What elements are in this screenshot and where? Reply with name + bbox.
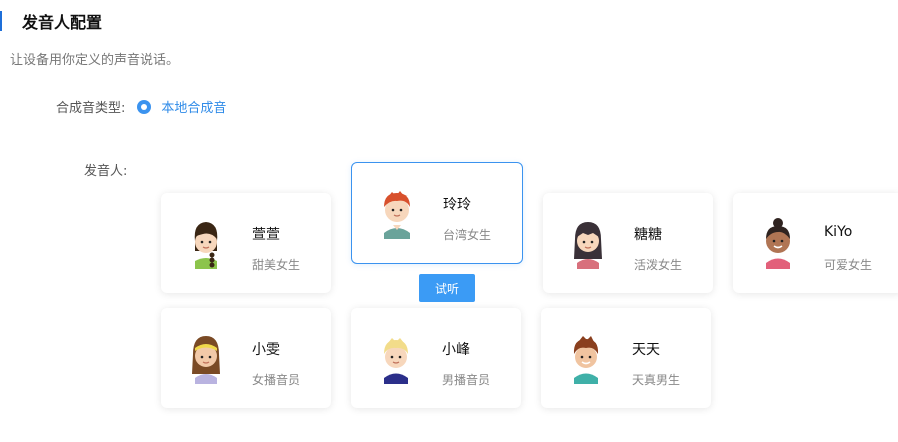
speaker-name: 小峰 [442, 342, 470, 358]
speaker-desc: 活泼女生 [634, 258, 683, 272]
radio-local-synth[interactable] [137, 99, 152, 114]
speaker-card-kiyo[interactable]: KiYo 可爱女生 [733, 193, 898, 293]
girl-headband-avatar-icon [192, 336, 220, 384]
boy-brown-hair-avatar-icon [573, 336, 599, 384]
speaker-desc: 天真男生 [632, 373, 681, 387]
speaker-label: 发音人: [84, 164, 128, 179]
try-listen-button[interactable]: 试听 [419, 274, 475, 302]
synth-type-label: 合成音类型: [56, 101, 126, 116]
speaker-name: 天天 [632, 342, 660, 358]
boy-red-hair-avatar-icon [384, 191, 410, 239]
speaker-card-xuanxuan[interactable]: 萱萱 甜美女生 [161, 193, 331, 293]
speaker-desc: 可爱女生 [824, 258, 873, 272]
speaker-name: 小雯 [252, 342, 280, 358]
speaker-desc: 台湾女生 [443, 228, 492, 242]
page-title: 发音人配置 [22, 13, 103, 32]
synth-type-row: 合成音类型: 本地合成音 [56, 97, 226, 116]
speaker-card-tangtang[interactable]: 糖糖 活泼女生 [543, 193, 713, 293]
girl-braid-avatar-icon [194, 222, 218, 269]
speaker-card-lingling[interactable]: 玲玲 台湾女生 [351, 162, 523, 264]
title-accent-bar [0, 11, 2, 31]
section-header: 发音人配置 [0, 10, 102, 32]
speaker-name: 糖糖 [634, 227, 662, 243]
speaker-card-xiaowen[interactable]: 小雯 女播音员 [161, 308, 331, 408]
speaker-desc: 甜美女生 [252, 258, 301, 272]
speaker-desc: 女播音员 [252, 373, 301, 387]
speaker-name: 萱萱 [252, 227, 280, 243]
speaker-name: KiYo [824, 224, 853, 240]
speaker-desc: 男播音员 [442, 373, 491, 387]
radio-local-synth-label[interactable]: 本地合成音 [161, 97, 226, 116]
girl-long-hair-avatar-icon [574, 222, 602, 269]
girl-bun-avatar-icon [766, 218, 790, 269]
speaker-card-tiantian[interactable]: 天天 天真男生 [541, 308, 711, 408]
speaker-card-xiaofeng[interactable]: 小峰 男播音员 [351, 308, 521, 408]
boy-blond-avatar-icon [384, 338, 408, 384]
page-description: 让设备用你定义的声音说话。 [10, 53, 180, 68]
speaker-name: 玲玲 [443, 197, 471, 213]
